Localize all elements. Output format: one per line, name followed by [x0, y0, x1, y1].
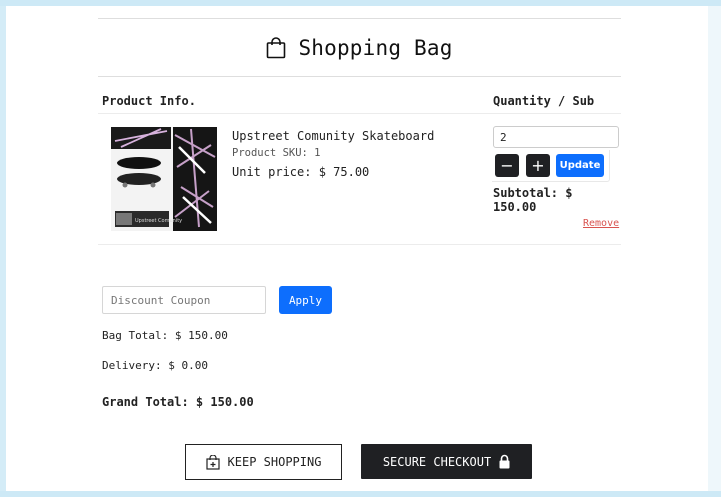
keep-shopping-label: KEEP SHOPPING	[227, 455, 322, 469]
secure-checkout-button[interactable]: SECURE CHECKOUT	[361, 444, 532, 479]
keep-shopping-button[interactable]: KEEP SHOPPING	[185, 444, 342, 480]
bag-page: Shopping Bag Product Info. Quantity / Su…	[6, 6, 708, 491]
quantity-subtotal-header: Quantity / Sub	[493, 94, 595, 108]
bottom-frame-strip	[0, 491, 721, 497]
discount-coupon-input[interactable]: Discount Coupon	[102, 286, 266, 314]
product-image[interactable]: Upstreet Comunity	[111, 127, 217, 231]
update-button[interactable]: Update	[556, 154, 604, 177]
shopping-bag-plus-icon	[205, 454, 220, 470]
divider	[98, 244, 621, 245]
scroll-gutter	[708, 6, 721, 491]
remove-link[interactable]: Remove	[583, 218, 619, 229]
bag-container: Shopping Bag Product Info. Quantity / Su…	[98, 18, 621, 480]
image-caption: Upstreet Comunity	[135, 218, 182, 224]
page-header: Shopping Bag	[98, 19, 621, 76]
page-title: Shopping Bag	[298, 35, 453, 60]
bag-total: Bag Total: $ 150.00	[102, 329, 228, 342]
product-name[interactable]: Upstreet Comunity Skateboard	[232, 129, 434, 143]
quantity-input[interactable]: 2	[493, 126, 619, 148]
shopping-bag-icon	[267, 36, 286, 58]
column-headers: Product Info. Quantity / Sub	[98, 77, 621, 113]
bag-item: Upstreet Comunity Upstreet Comunity Skat…	[98, 114, 621, 244]
grand-total: Grand Total: $ 150.00	[102, 395, 254, 409]
lock-icon	[499, 454, 510, 469]
delivery-cost: Delivery: $ 0.00	[102, 359, 208, 372]
decrease-quantity-button[interactable]: −	[495, 154, 519, 177]
product-info-header: Product Info.	[102, 94, 196, 108]
unit-price: Unit price: $ 75.00	[232, 165, 370, 179]
product-sku: Product SKU: 1	[232, 147, 321, 159]
apply-coupon-button[interactable]: Apply	[279, 286, 332, 314]
increase-quantity-button[interactable]: +	[526, 154, 550, 177]
secure-checkout-label: SECURE CHECKOUT	[382, 454, 492, 469]
item-subtotal: Subtotal: $ 150.00	[493, 186, 573, 214]
